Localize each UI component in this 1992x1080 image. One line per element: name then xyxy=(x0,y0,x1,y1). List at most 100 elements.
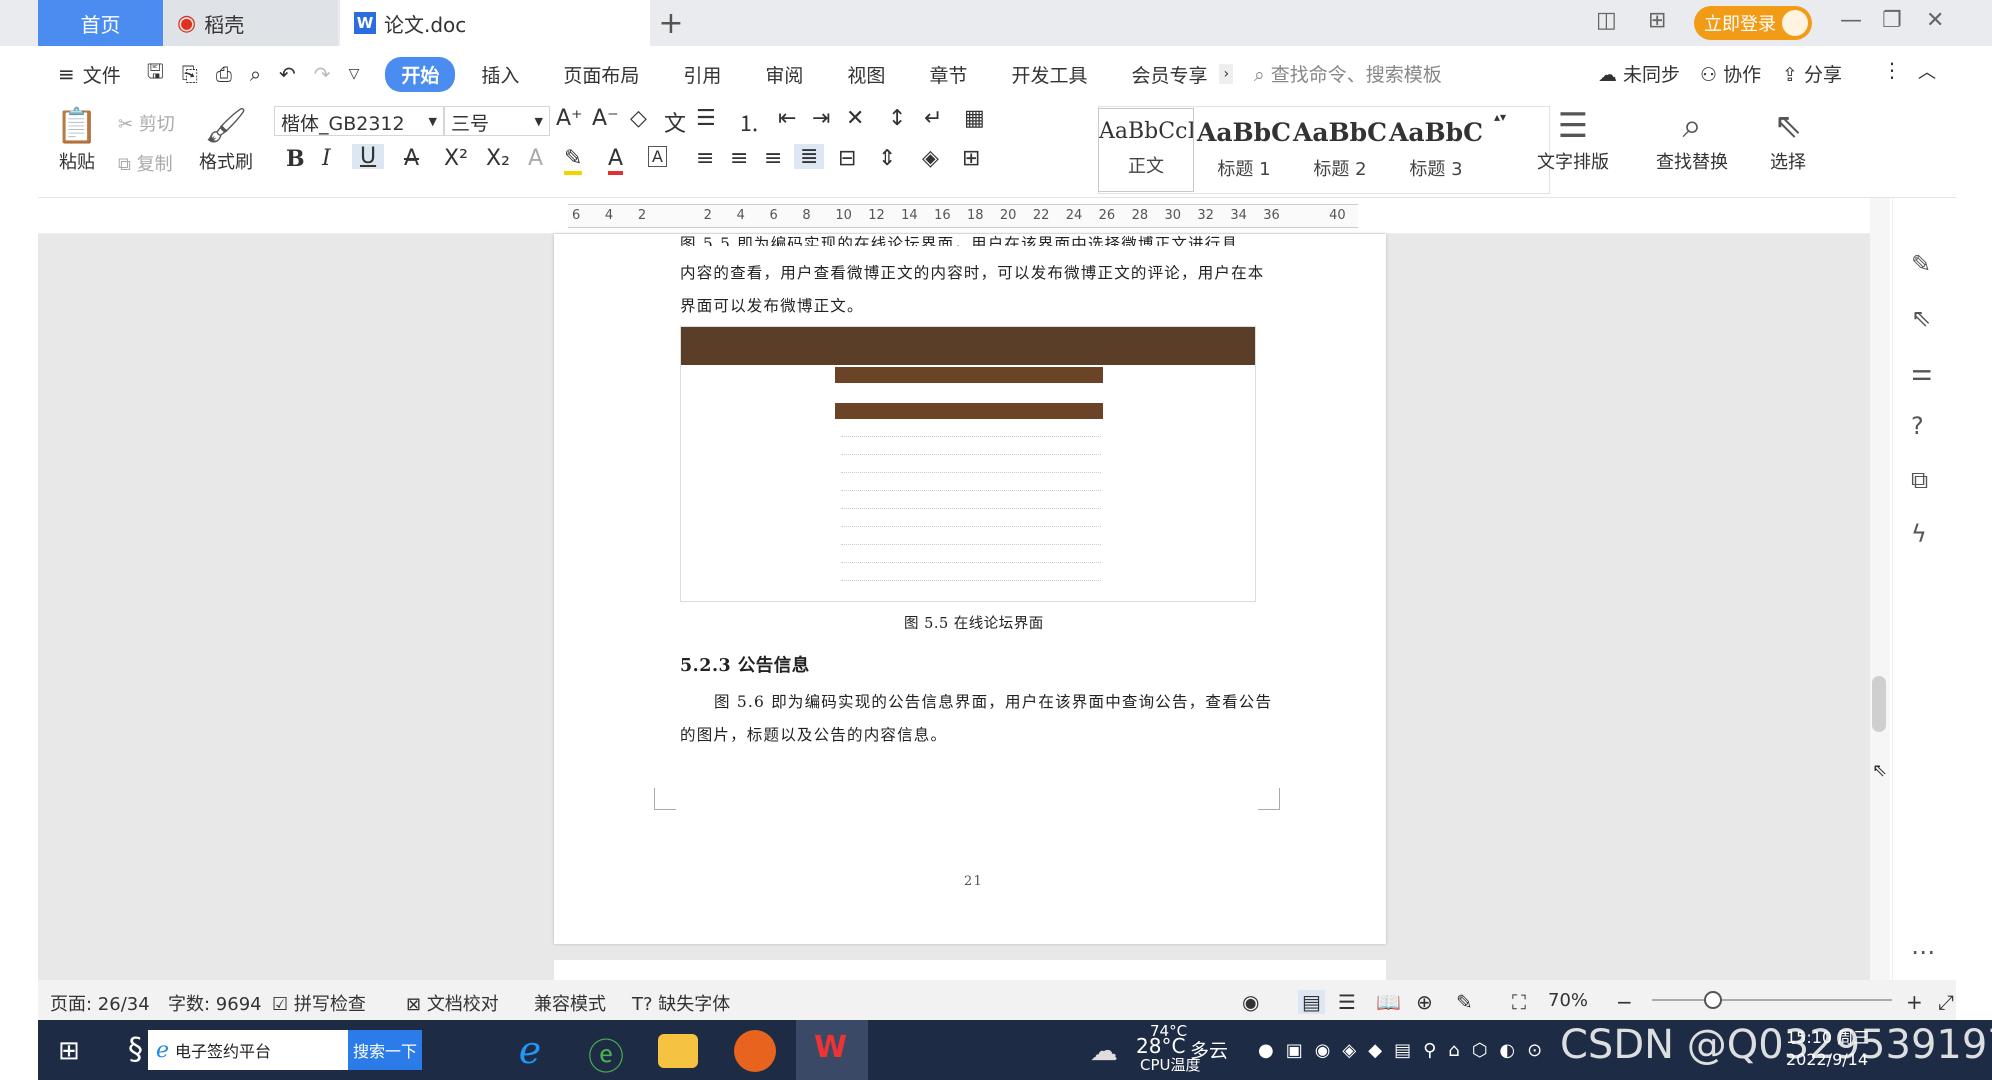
page-view-icon[interactable]: ▤ xyxy=(1298,990,1325,1014)
collapse-ribbon-icon[interactable]: ︿ xyxy=(1918,58,1936,84)
font-name-select[interactable]: 楷体_GB2312 ▼ xyxy=(274,106,444,136)
spell-check-button[interactable]: ☑ 拼写检查 xyxy=(272,990,366,1016)
tab-daoke[interactable]: ◉ 稻壳 xyxy=(163,0,338,46)
new-tab-button[interactable]: + xyxy=(656,0,686,46)
underline-icon[interactable]: U xyxy=(352,144,385,169)
fit-page-icon[interactable]: ⛶ xyxy=(1512,990,1526,1014)
horizontal-ruler[interactable]: 6 4 2 2 4 6 8 10 12 14 16 18 20 22 24 26 28 30 32 34 36 40 xyxy=(38,198,1878,234)
zoom-out-icon[interactable]: − xyxy=(1616,990,1633,1014)
italic-icon[interactable]: I xyxy=(322,146,331,171)
find-replace-button[interactable]: ⌕ 查找替换 xyxy=(1644,104,1740,174)
font-color-icon[interactable]: A xyxy=(608,146,624,175)
hamburger-icon[interactable]: ≡ xyxy=(58,62,75,86)
zoom-level[interactable]: 70% xyxy=(1548,990,1588,1011)
more-options-icon[interactable]: ⋮ xyxy=(1882,58,1902,82)
align-center-icon[interactable]: ≡ xyxy=(730,146,748,171)
strikethrough-icon[interactable]: A xyxy=(404,146,419,171)
line-spacing-icon[interactable]: ⇕ xyxy=(878,146,896,171)
login-button[interactable]: 立即登录 xyxy=(1694,6,1812,40)
more-tools-icon[interactable]: ⋯ xyxy=(1911,938,1935,966)
quick-access-more-icon[interactable]: ▽ xyxy=(349,66,360,82)
shrink-font-icon[interactable]: A⁻ xyxy=(592,106,619,131)
menu-page-layout[interactable]: 页面布局 xyxy=(563,61,639,88)
export-icon[interactable]: ⎘ xyxy=(182,62,198,86)
undo-icon[interactable]: ↶ xyxy=(279,62,296,86)
clock-time[interactable]: 15:10 周三 xyxy=(1786,1024,1869,1048)
paste-button[interactable]: 📋 粘贴 xyxy=(52,104,102,174)
text-effect-icon[interactable]: A xyxy=(528,146,543,171)
zoom-in-icon[interactable]: + xyxy=(1906,990,1923,1014)
pointer-icon[interactable]: ⇖ xyxy=(1911,304,1931,332)
redo-icon[interactable]: ↷ xyxy=(314,62,331,86)
save-icon[interactable]: 🖫 xyxy=(147,57,164,91)
menu-more-icon[interactable]: › xyxy=(1219,64,1234,84)
bullets-icon[interactable]: ☰ xyxy=(696,106,716,131)
read-mode-icon[interactable]: 📖 xyxy=(1376,990,1401,1014)
char-border-icon[interactable]: A xyxy=(648,146,667,167)
file-explorer-icon[interactable] xyxy=(658,1034,698,1068)
style-heading-3[interactable]: AaBbC 标题 3 xyxy=(1388,108,1484,192)
scrollbar-thumb[interactable] xyxy=(1872,676,1886,732)
paragraph-mark-icon[interactable]: ↵ xyxy=(924,106,942,131)
lightning-icon[interactable]: ϟ xyxy=(1911,520,1927,548)
collab-button[interactable]: ⚇ 协作 xyxy=(1700,60,1761,87)
distributed-icon[interactable]: ⊟ xyxy=(838,146,856,171)
menu-chapter[interactable]: 章节 xyxy=(929,61,967,88)
layout-icon[interactable]: ◫ xyxy=(1596,8,1617,33)
format-painter-button[interactable]: 🖌 格式刷 xyxy=(196,104,256,174)
app-tiger-icon[interactable] xyxy=(734,1030,776,1072)
wps-active-task[interactable]: W xyxy=(796,1020,868,1080)
minimize-icon[interactable]: — xyxy=(1840,8,1862,33)
outline-view-icon[interactable]: ☰ xyxy=(1338,990,1356,1014)
numbering-icon[interactable]: ⒈ xyxy=(738,106,760,138)
shading-icon[interactable]: ◈ xyxy=(922,146,939,171)
align-right-icon[interactable]: ≡ xyxy=(764,146,782,171)
chinese-layout-icon[interactable]: ✕ xyxy=(846,106,864,131)
menu-file[interactable]: 文件 xyxy=(83,61,121,88)
help-icon[interactable]: ? xyxy=(1911,412,1924,440)
vertical-scrollbar[interactable] xyxy=(1870,198,1890,980)
print-icon[interactable]: ⎙ xyxy=(216,62,232,86)
grid-apps-icon[interactable]: ⊞ xyxy=(1648,8,1666,33)
taskbar-search-button[interactable]: 搜索一下 xyxy=(348,1030,422,1070)
missing-font-button[interactable]: T? 缺失字体 xyxy=(632,990,730,1016)
highlight-icon[interactable]: ✎ xyxy=(564,146,583,175)
windows-start-icon[interactable]: ⊞ xyxy=(58,1036,80,1066)
edit-pen-icon[interactable]: ✎ xyxy=(1911,250,1931,278)
ie-browser-icon[interactable]: ℯ xyxy=(506,1028,554,1072)
360-safe-browser-icon[interactable]: ⓔ xyxy=(582,1028,630,1078)
styles-scroll-icon[interactable]: ▴▾ xyxy=(1494,110,1506,124)
copy-button[interactable]: ⧉ 复制 xyxy=(118,150,173,176)
increase-indent-icon[interactable]: ⇥ xyxy=(812,106,830,131)
proofread-button[interactable]: ⊠ 文档校对 xyxy=(406,990,499,1016)
bold-icon[interactable]: B xyxy=(286,146,305,172)
web-view-icon[interactable]: ⊕ xyxy=(1416,990,1433,1014)
sync-status[interactable]: ☁ 未同步 xyxy=(1598,60,1680,87)
zoom-slider-handle[interactable] xyxy=(1704,991,1722,1009)
tab-document[interactable]: W 论文.doc xyxy=(340,0,650,46)
clock-date[interactable]: 2022/9/14 xyxy=(1786,1050,1868,1069)
menu-member[interactable]: 会员专享 xyxy=(1131,61,1207,88)
select-button[interactable]: ⇖ 选择 xyxy=(1758,104,1818,174)
sort-icon[interactable]: ↕ xyxy=(888,106,906,131)
justify-icon[interactable]: ≣ xyxy=(794,144,825,169)
zoom-slider[interactable] xyxy=(1652,991,1892,1009)
tab-home[interactable]: 首页 xyxy=(38,0,163,46)
grow-font-icon[interactable]: A⁺ xyxy=(556,106,583,131)
clear-format-icon[interactable]: ◇ xyxy=(630,106,647,131)
decrease-indent-icon[interactable]: ⇤ xyxy=(778,106,796,131)
menu-view[interactable]: 视图 xyxy=(847,61,885,88)
restore-icon[interactable]: ❐ xyxy=(1882,8,1902,33)
adjust-sliders-icon[interactable]: ⚌ xyxy=(1911,358,1933,386)
style-heading-1[interactable]: AaBbC 标题 1 xyxy=(1196,108,1292,192)
page-indicator[interactable]: 页面: 26/34 xyxy=(50,990,150,1016)
print-preview-icon[interactable]: ⌕ xyxy=(250,62,261,86)
menu-references[interactable]: 引用 xyxy=(683,61,721,88)
font-size-select[interactable]: 三号 ▼ xyxy=(444,106,550,136)
style-normal[interactable]: AaBbCcI 正文 xyxy=(1098,108,1194,192)
image-tool-icon[interactable]: ⧉ xyxy=(1911,466,1928,494)
command-search[interactable]: ⌕ 查找命令、搜索模板 xyxy=(1254,60,1442,87)
table-icon[interactable]: ▦ xyxy=(964,106,985,131)
word-count[interactable]: 字数: 9694 xyxy=(168,990,262,1016)
menu-insert[interactable]: 插入 xyxy=(481,61,519,88)
